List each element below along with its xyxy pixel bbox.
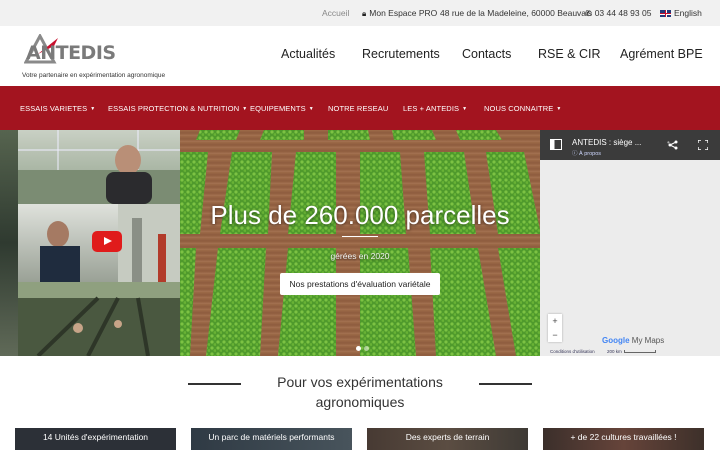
espace-pro-link[interactable]: 🔒︎ Mon Espace PRO [362, 8, 437, 19]
map-about-link[interactable]: ⓘ À propos [572, 149, 601, 157]
address-text: 48 rue de la Madeleine, 60000 Beauvais [440, 8, 593, 18]
fullscreen-icon[interactable] [698, 140, 708, 150]
caret-down-icon: ▼ [242, 106, 248, 112]
slider-dot[interactable] [364, 346, 369, 351]
field-workers-image [18, 282, 180, 356]
phone-number: 03 44 48 93 05 [594, 8, 652, 18]
slider-dot-active[interactable] [356, 346, 361, 351]
map-zoom-control: + − [548, 314, 562, 342]
menu-essais-protection[interactable]: ESSAIS PROTECTION & NUTRITION ▼ [108, 104, 247, 113]
nav-contacts[interactable]: Contacts [462, 47, 511, 61]
card-label: 14 Unités d'expérimentation [42, 432, 149, 442]
main-menu: ESSAIS VARIETES ▼ ESSAIS PROTECTION & NUT… [0, 86, 720, 130]
card-label: Un parc de matériels performants [208, 432, 335, 442]
home-link[interactable]: Accueil [322, 8, 349, 18]
map-title: ANTEDIS : siège ... [572, 138, 642, 147]
section-line-right [479, 383, 532, 385]
nav-actualites[interactable]: Actualités [281, 47, 335, 61]
map-sidebar-icon[interactable] [550, 139, 562, 150]
language-label: English [674, 8, 702, 18]
menu-label: EQUIPEMENTS [250, 104, 306, 113]
hero-slider: Plus de 260.000 parcelles gérées en 2020… [0, 130, 540, 356]
logo-wordmark: ANTEDIS [26, 42, 116, 64]
card-experts[interactable]: Des experts de terrain [367, 428, 528, 450]
greenhouse-person-image [18, 130, 180, 204]
espace-pro-label: Mon Espace PRO [369, 8, 438, 18]
caret-down-icon: ▼ [308, 106, 314, 112]
info-icon: ⓘ [572, 151, 580, 157]
map-footer: Conditions d'utilisation 200 km [540, 347, 720, 356]
map-conditions-link[interactable]: Conditions d'utilisation [550, 349, 595, 354]
phone-icon: ✆ [585, 9, 592, 18]
map-about-label: À propos [579, 151, 602, 157]
menu-nous-connaitre[interactable]: NOUS CONNAITRE ▼ [484, 104, 561, 113]
google-brand: Google [602, 336, 630, 345]
caret-down-icon: ▼ [556, 106, 562, 112]
section-title: Pour vos expérimentations agronomiques [277, 374, 443, 410]
hero-title: Plus de 260.000 parcelles [210, 200, 510, 230]
zoom-out-button[interactable]: − [548, 328, 562, 342]
logo-tagline: Votre partenaire en expérimentation agro… [22, 72, 166, 79]
hero-side-strip [0, 130, 18, 356]
slider-dots [356, 338, 372, 356]
card-label: Des experts de terrain [405, 432, 490, 442]
map-header: ANTEDIS : siège ... ⓘ À propos • [540, 130, 720, 160]
video-frame-field [18, 282, 180, 356]
phone-link[interactable]: ✆ 03 44 48 93 05 [585, 8, 651, 18]
caret-down-icon: ▼ [462, 106, 468, 112]
card-materiels[interactable]: Un parc de matériels performants [191, 428, 352, 450]
menu-essais-varietes[interactable]: ESSAIS VARIETES ▼ [20, 104, 95, 113]
share-icon[interactable] [668, 140, 678, 150]
menu-label: ESSAIS PROTECTION & NUTRITION [108, 104, 240, 113]
language-link[interactable]: English [660, 8, 702, 18]
hero-subtitle: gérées en 2020 [330, 251, 390, 261]
menu-equipements[interactable]: EQUIPEMENTS ▼ [250, 104, 314, 113]
hero-cta-button[interactable]: Nos prestations d'évaluation variétale [280, 273, 440, 295]
menu-label: LES + ANTEDIS [403, 104, 460, 113]
site-header: ANTEDIS Votre partenaire en expérimentat… [0, 26, 720, 86]
nav-recrutements[interactable]: Recrutements [362, 47, 440, 61]
card-label: + de 22 cultures travaillées ! [570, 432, 677, 442]
map-scale: 200 km [607, 349, 622, 354]
video-frame-greenhouse [18, 130, 180, 204]
nav-rse-cir[interactable]: RSE & CIR [538, 47, 601, 61]
mymaps-brand: My Maps [631, 336, 665, 345]
utility-bar: Accueil 🔒︎ Mon Espace PRO 48 rue de la Ma… [0, 0, 720, 26]
menu-notre-reseau[interactable]: NOTRE RESEAU [328, 104, 388, 113]
google-mymaps-logo: Google My Maps [602, 336, 664, 345]
youtube-play-icon[interactable] [92, 231, 122, 252]
menu-label: NOTRE RESEAU [328, 104, 389, 113]
crop-rows-image [180, 130, 540, 356]
section-line-left [188, 383, 241, 385]
card-cultures[interactable]: + de 22 cultures travaillées ! [543, 428, 704, 450]
video-thumbnail[interactable] [18, 130, 180, 356]
menu-les-plus-antedis[interactable]: LES + ANTEDIS ▼ [403, 104, 467, 113]
embedded-map[interactable]: ANTEDIS : siège ... ⓘ À propos • + − Goo… [540, 130, 720, 356]
caret-down-icon: ▼ [90, 106, 96, 112]
card-unites[interactable]: 14 Unités d'expérimentation [15, 428, 176, 450]
menu-label: NOUS CONNAITRE [484, 104, 554, 113]
lock-icon: 🔒︎ [362, 9, 367, 18]
menu-label: ESSAIS VARIETES [20, 104, 88, 113]
hero-divider [342, 236, 378, 237]
zoom-in-button[interactable]: + [548, 314, 562, 328]
nav-agrement-bpe[interactable]: Agrément BPE [620, 47, 703, 61]
uk-flag-icon [660, 10, 671, 17]
antedis-logo[interactable]: ANTEDIS Votre partenaire en expérimentat… [22, 32, 182, 80]
map-scale-bar [624, 350, 656, 353]
